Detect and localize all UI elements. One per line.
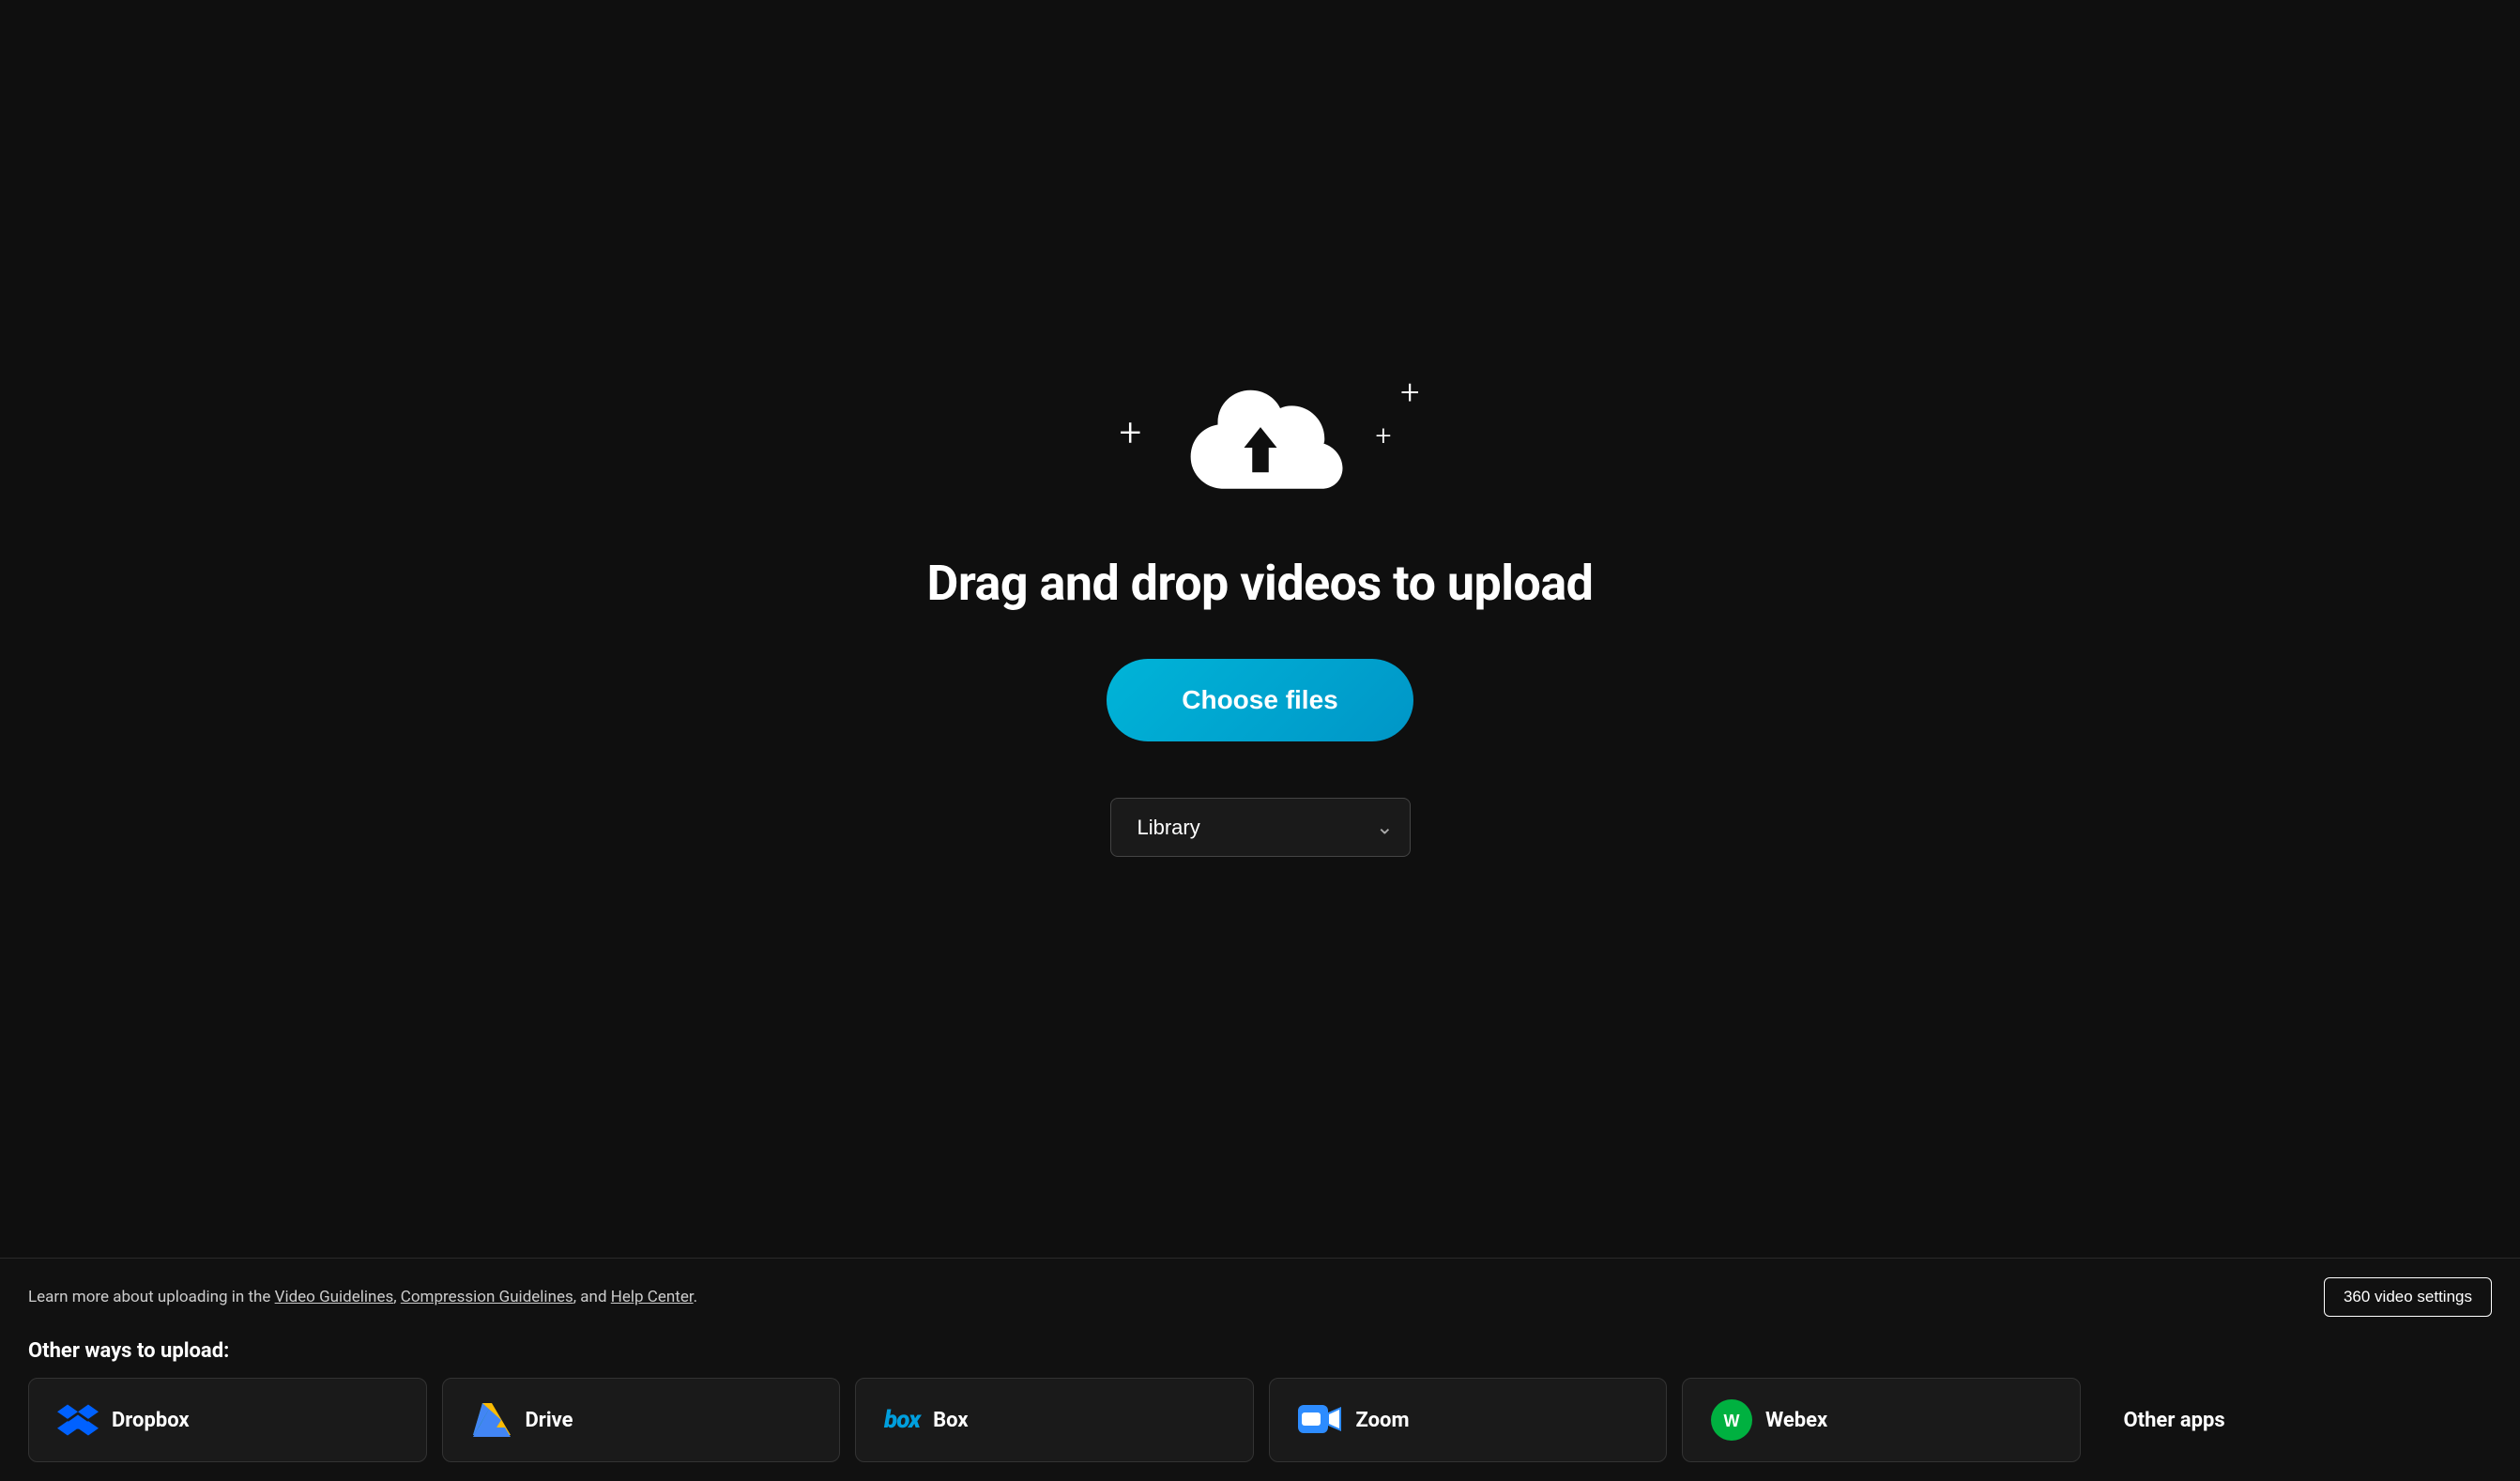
upload-drop-zone[interactable]: + + + Drag and drop videos to upload Cho…	[0, 0, 2520, 1258]
dropbox-label: Dropbox	[112, 1409, 190, 1432]
box-upload-item[interactable]: box Box	[855, 1378, 1254, 1462]
other-ways-grid: Dropbox Drive box Box	[28, 1378, 2492, 1462]
video-guidelines-link[interactable]: Video Guidelines	[275, 1288, 394, 1306]
webex-upload-item[interactable]: W Webex	[1682, 1378, 2081, 1462]
zoom-icon	[1298, 1405, 1343, 1435]
drive-icon	[471, 1399, 512, 1441]
help-center-link[interactable]: Help Center	[611, 1288, 694, 1306]
plus-decoration-bottom-right: +	[1376, 420, 1392, 452]
library-select-wrap[interactable]: Library Channel Playlist ⌄	[1110, 798, 1411, 857]
box-icon: box	[884, 1406, 920, 1434]
zoom-upload-item[interactable]: Zoom	[1269, 1378, 1668, 1462]
bottom-bar: Learn more about uploading in the Video …	[0, 1258, 2520, 1481]
library-select[interactable]: Library Channel Playlist	[1110, 798, 1411, 857]
plus-decoration-top-right: +	[1400, 373, 1419, 412]
zoom-label: Zoom	[1356, 1409, 1410, 1432]
cloud-upload-icon: + + +	[1176, 382, 1345, 513]
drive-upload-item[interactable]: Drive	[442, 1378, 841, 1462]
choose-files-button[interactable]: Choose files	[1107, 659, 1413, 741]
drive-label: Drive	[526, 1409, 573, 1432]
bottom-bar-top: Learn more about uploading in the Video …	[28, 1277, 2492, 1317]
plus-decoration-left: +	[1120, 410, 1142, 456]
360-video-settings-button[interactable]: 360 video settings	[2324, 1277, 2492, 1317]
webex-icon: W	[1711, 1399, 1752, 1441]
upload-icon-area: + + +	[1176, 382, 1345, 517]
upload-title: Drag and drop videos to upload	[927, 555, 1594, 612]
box-label: Box	[933, 1409, 968, 1432]
cloud-svg	[1176, 382, 1345, 513]
other-apps-label: Other apps	[2124, 1409, 2225, 1432]
other-ways-label: Other ways to upload:	[28, 1339, 2492, 1363]
dropbox-icon	[57, 1399, 99, 1441]
dropbox-upload-item[interactable]: Dropbox	[28, 1378, 427, 1462]
other-apps-item[interactable]: Other apps	[2096, 1378, 2493, 1462]
learn-more-text: Learn more about uploading in the Video …	[28, 1288, 697, 1306]
compression-guidelines-link[interactable]: Compression Guidelines	[401, 1288, 573, 1306]
webex-label: Webex	[1765, 1409, 1827, 1432]
svg-text:W: W	[1724, 1412, 1740, 1430]
